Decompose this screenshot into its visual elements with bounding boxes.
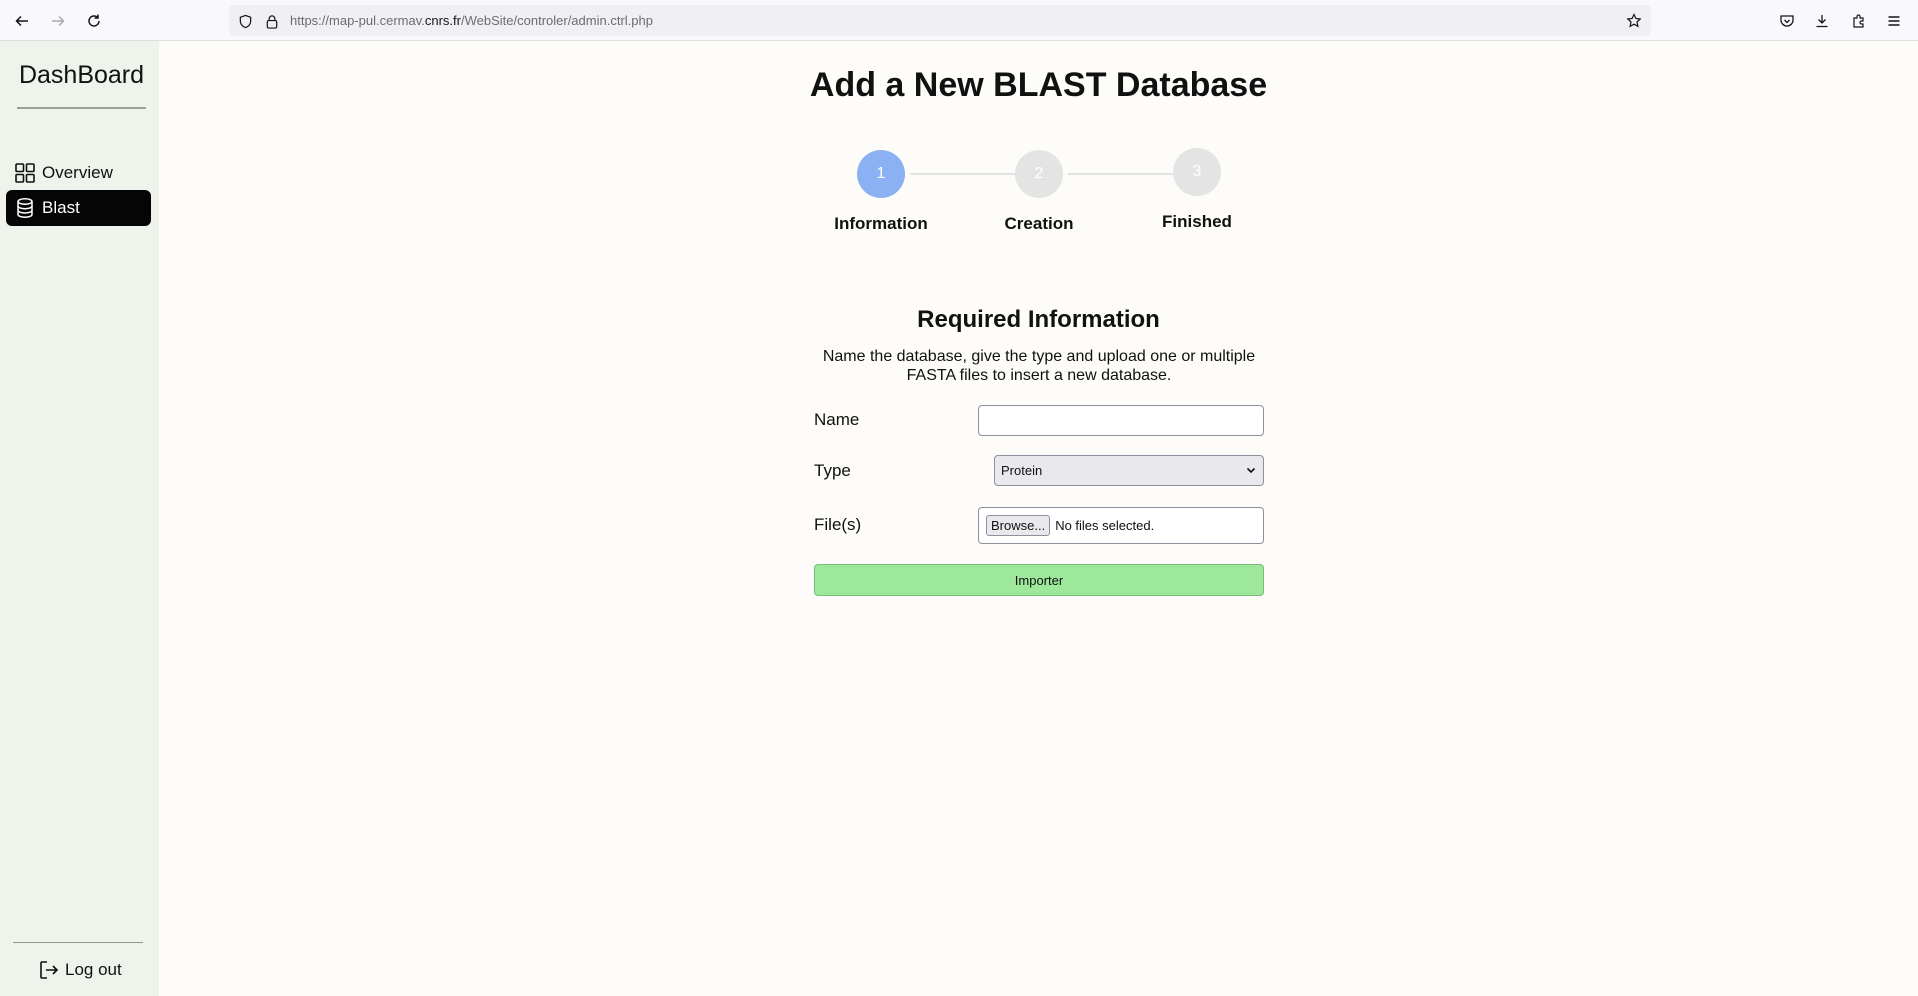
sidebar-item-label: Blast [42,198,80,217]
chevron-down-icon [1246,467,1256,474]
name-label: Name [814,410,860,429]
type-select[interactable]: Protein [994,455,1264,486]
sidebar-item-overview[interactable]: Overview [6,155,151,191]
logout-label: Log out [65,960,122,979]
progress-stepper: 1 2 3 Information Creation Finished [830,148,1250,240]
download-icon [1816,15,1828,28]
file-input[interactable]: Browse... No files selected. [978,507,1264,544]
hamburger-icon [1888,16,1900,26]
step-3-circle: 3 [1173,148,1221,196]
no-files-text: No files selected. [1055,518,1155,533]
logout-icon [36,957,62,983]
divider [13,942,143,943]
shield-icon[interactable] [236,12,254,30]
url-prefix: https://map-pul.cermav. [290,13,425,28]
browse-button[interactable]: Browse... [986,515,1051,536]
brand-title: DashBoard [18,61,145,89]
arrow-left-icon [15,15,28,27]
lock-icon[interactable] [263,12,281,30]
pocket-button[interactable] [1775,9,1799,33]
sidebar-item-blast[interactable]: Blast [6,190,151,226]
step-3-label: Finished [1162,212,1232,231]
grid-icon [12,160,38,186]
arrow-right-icon [52,15,65,27]
step-2-label: Creation [1004,214,1074,233]
extensions-button[interactable] [1847,9,1871,33]
name-input[interactable] [978,405,1264,436]
url-text[interactable]: https://map-pul.cermav.cnrs.fr/WebSite/c… [290,13,653,28]
divider [17,107,146,109]
step-1-label: Information [834,214,928,233]
logout-button[interactable]: Log out [36,956,122,984]
sidebar-item-label: Overview [42,163,113,182]
bookmark-star-icon[interactable] [1625,12,1643,30]
reload-button[interactable] [82,9,106,33]
type-label: Type [814,461,851,480]
url-path: /WebSite/controler/admin.ctrl.php [461,13,653,28]
import-button[interactable]: Importer [814,564,1264,596]
database-icon [12,195,38,221]
reload-icon [88,14,100,27]
downloads-button[interactable] [1810,9,1834,33]
step-2-circle: 2 [1015,150,1063,198]
url-domain: cnrs.fr [424,13,461,28]
sidebar: DashBoard Overview Blast Log out [0,41,159,996]
puzzle-icon [1853,14,1864,28]
browser-toolbar: https://map-pul.cermav.cnrs.fr/WebSite/c… [0,0,1918,41]
back-button[interactable] [10,9,34,33]
step-connector [910,173,1016,175]
section-description: Name the database, give the type and upl… [822,348,1256,384]
page-title: Add a New BLAST Database [809,66,1268,104]
menu-button[interactable] [1882,9,1906,33]
forward-button[interactable] [46,9,70,33]
type-selected-value: Protein [1001,463,1043,478]
url-bar[interactable]: https://map-pul.cermav.cnrs.fr/WebSite/c… [229,5,1651,36]
step-connector [1068,173,1174,175]
step-1-circle: 1 [857,150,905,198]
pocket-icon [1780,15,1794,27]
section-title: Required Information [917,306,1160,333]
files-label: File(s) [814,515,862,534]
